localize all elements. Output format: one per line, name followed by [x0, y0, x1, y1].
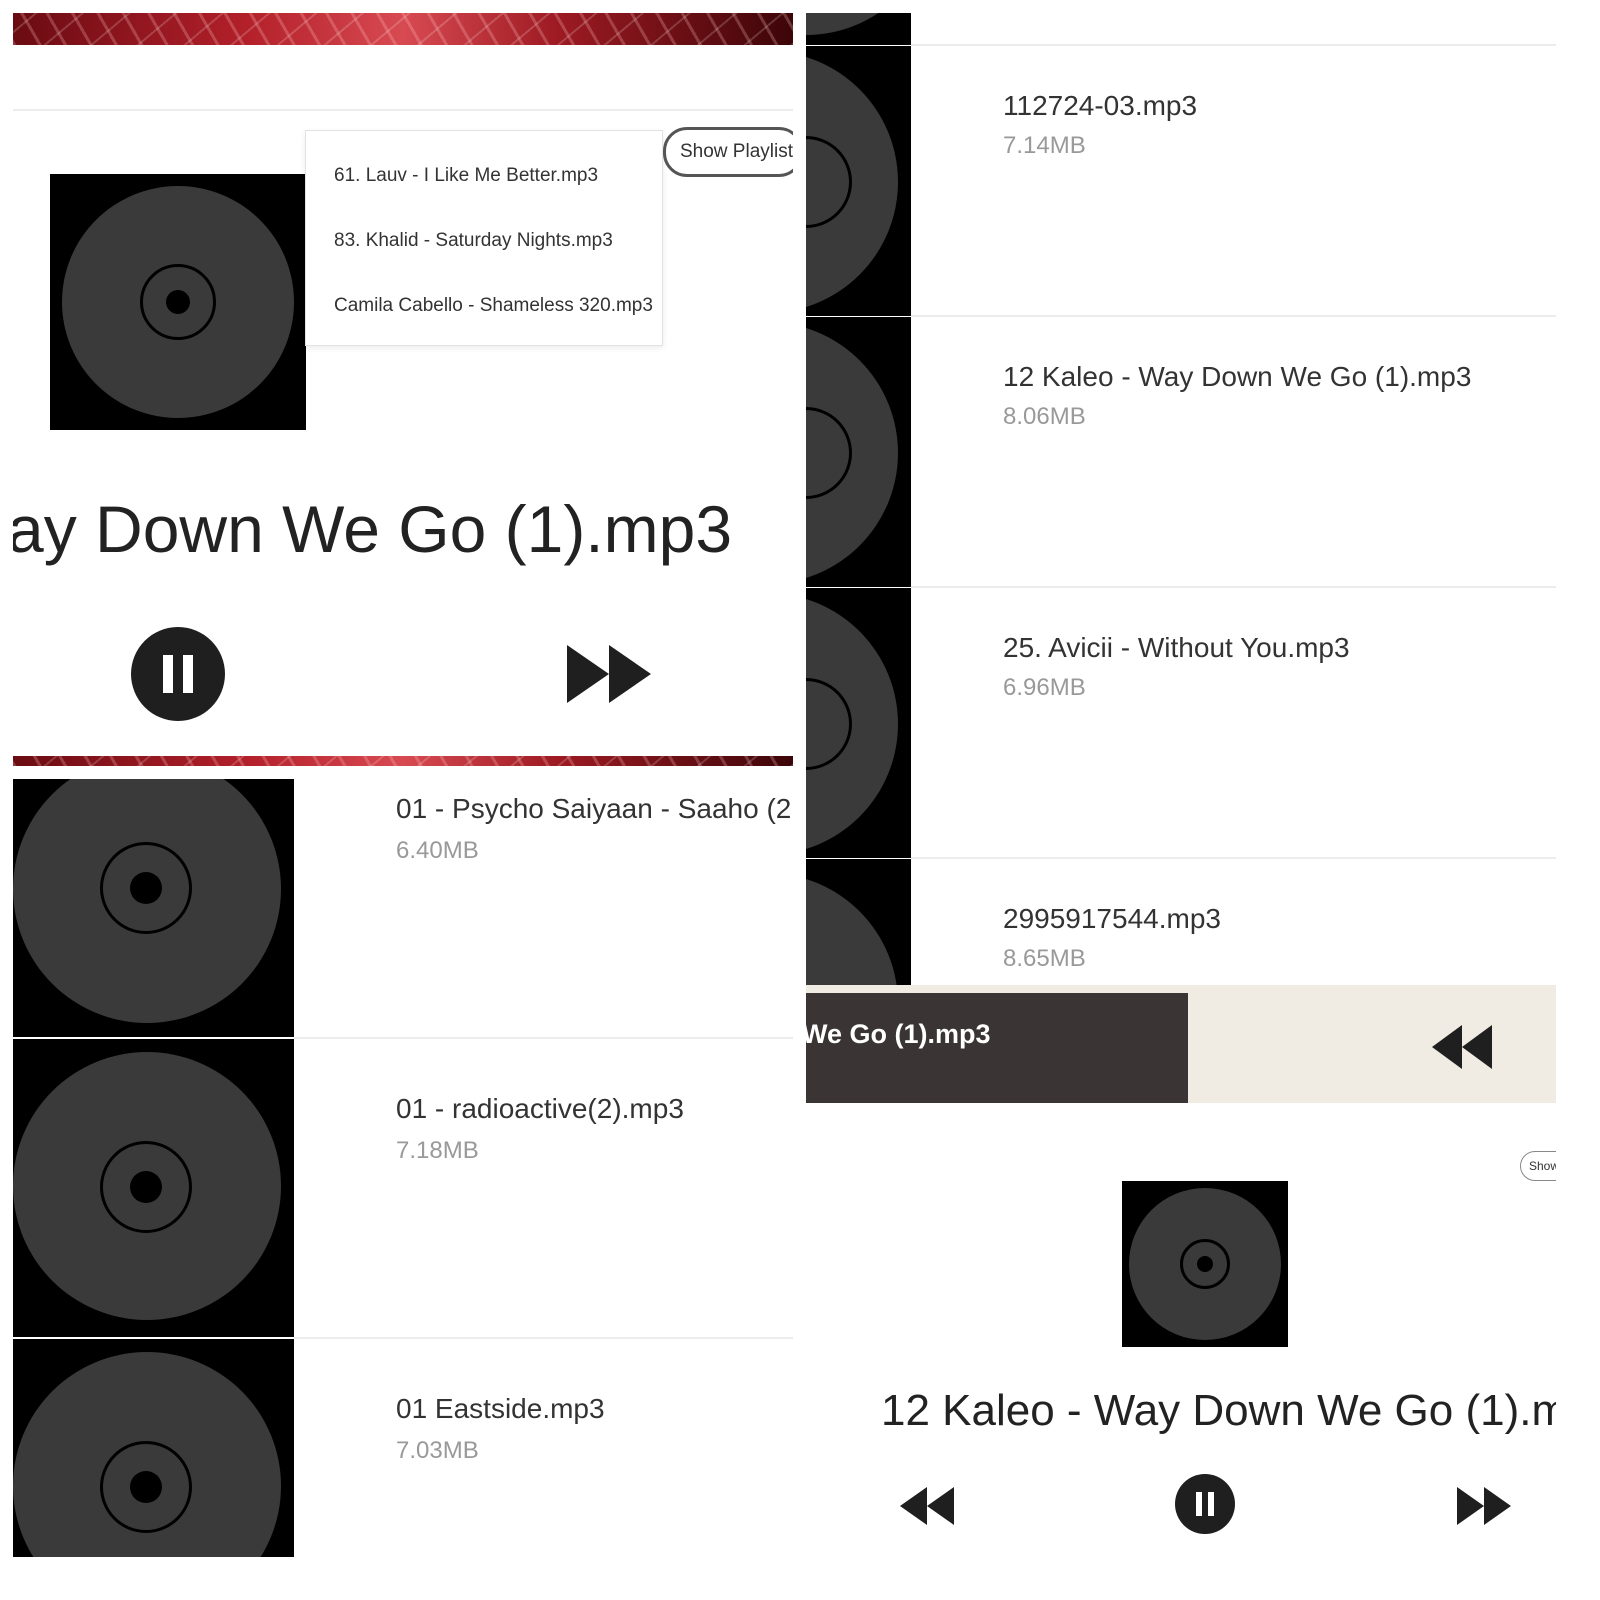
- header-banner: [13, 13, 793, 45]
- song-title: 01 Eastside.mp3: [396, 1393, 605, 1424]
- album-art: [806, 46, 911, 316]
- album-art: [806, 588, 911, 858]
- mini-player[interactable]: We Go (1).mp3: [806, 985, 1556, 1103]
- player-panel-bottom-right: Show 12 Kaleo - Way Down We Go (1).mp3: [806, 1103, 1556, 1557]
- playlist-item[interactable]: Camila Cabello - Shameless 320.mp3: [334, 295, 653, 317]
- show-playlist-button[interactable]: Show: [1520, 1151, 1556, 1181]
- playlist-item[interactable]: 61. Lauv - I Like Me Better.mp3: [334, 165, 598, 187]
- album-art: [1122, 1181, 1288, 1347]
- mini-player-track[interactable]: We Go (1).mp3: [806, 993, 1188, 1103]
- player-panel-top-left: 61. Lauv - I Like Me Better.mp3 83. Khal…: [13, 13, 793, 766]
- song-list-right: 112724-03.mp3 7.14MB 12 Kaleo - Way Down…: [806, 13, 1556, 1103]
- list-item[interactable]: 25. Avicii - Without You.mp3 6.96MB: [806, 588, 1556, 858]
- album-art: [806, 13, 936, 45]
- rewind-button[interactable]: [900, 1487, 954, 1525]
- list-item[interactable]: 01 - radioactive(2).mp3 7.18MB: [13, 1039, 793, 1337]
- song-size: 7.14MB: [1003, 132, 1086, 159]
- fast-forward-icon: [1457, 1487, 1511, 1525]
- pause-button[interactable]: [131, 627, 225, 721]
- mini-player-title: We Go (1).mp3: [806, 1019, 991, 1049]
- show-playlist-label: Show Playlist: [680, 141, 793, 162]
- next-button[interactable]: [567, 645, 651, 703]
- album-art: [13, 1039, 294, 1337]
- list-item[interactable]: 2995917544.mp3 8.65MB: [806, 859, 1556, 1103]
- song-title: 25. Avicii - Without You.mp3: [1003, 632, 1350, 663]
- album-art: [806, 859, 911, 1103]
- now-playing-title: 12 Kaleo - Way Down We Go (1).mp3: [881, 1386, 1556, 1435]
- song-size: 7.18MB: [396, 1137, 479, 1164]
- song-size: 6.96MB: [1003, 674, 1086, 701]
- album-art: [806, 317, 911, 587]
- list-item[interactable]: 112724-03.mp3 7.14MB: [806, 46, 1556, 316]
- song-title: 01 - radioactive(2).mp3: [396, 1093, 684, 1124]
- song-title: 01 - Psycho Saiyaan - Saaho (2: [396, 793, 792, 824]
- divider: [13, 109, 793, 111]
- playlist-item[interactable]: 83. Khalid - Saturday Nights.mp3: [334, 230, 613, 252]
- next-button[interactable]: [1457, 1487, 1511, 1525]
- album-art: [13, 779, 294, 1037]
- mini-rewind-button[interactable]: [1432, 1025, 1492, 1069]
- pause-icon: [163, 655, 173, 693]
- song-title: 2995917544.mp3: [1003, 903, 1221, 934]
- song-list-bottom-left: 01 - Psycho Saiyaan - Saaho (2 6.40MB 01…: [13, 779, 793, 1557]
- list-item[interactable]: 01 - Psycho Saiyaan - Saaho (2 6.40MB: [13, 779, 793, 1037]
- fast-forward-icon: [567, 645, 651, 703]
- song-size: 7.03MB: [396, 1437, 479, 1464]
- footer-banner: [13, 756, 793, 766]
- album-art: [50, 174, 306, 430]
- song-title: 112724-03.mp3: [1003, 90, 1198, 121]
- song-size: 6.40MB: [396, 837, 479, 864]
- rewind-icon: [900, 1487, 954, 1525]
- list-item[interactable]: 12 Kaleo - Way Down We Go (1).mp3 8.06MB: [806, 317, 1556, 587]
- playlist-dropdown: 61. Lauv - I Like Me Better.mp3 83. Khal…: [305, 130, 663, 346]
- song-title: 12 Kaleo - Way Down We Go (1).mp3: [1003, 361, 1472, 392]
- now-playing-title: ay Down We Go (1).mp3: [13, 492, 733, 566]
- rewind-icon: [1432, 1025, 1492, 1069]
- song-size: 8.06MB: [1003, 403, 1086, 430]
- show-playlist-label: Show: [1529, 1159, 1556, 1173]
- pause-icon: [1196, 1492, 1202, 1516]
- pause-button[interactable]: [1175, 1474, 1235, 1534]
- album-art: [13, 1339, 294, 1557]
- list-item[interactable]: 01 Eastside.mp3 7.03MB: [13, 1339, 793, 1557]
- show-playlist-button[interactable]: Show Playlist: [663, 127, 793, 177]
- song-size: 8.65MB: [1003, 945, 1086, 972]
